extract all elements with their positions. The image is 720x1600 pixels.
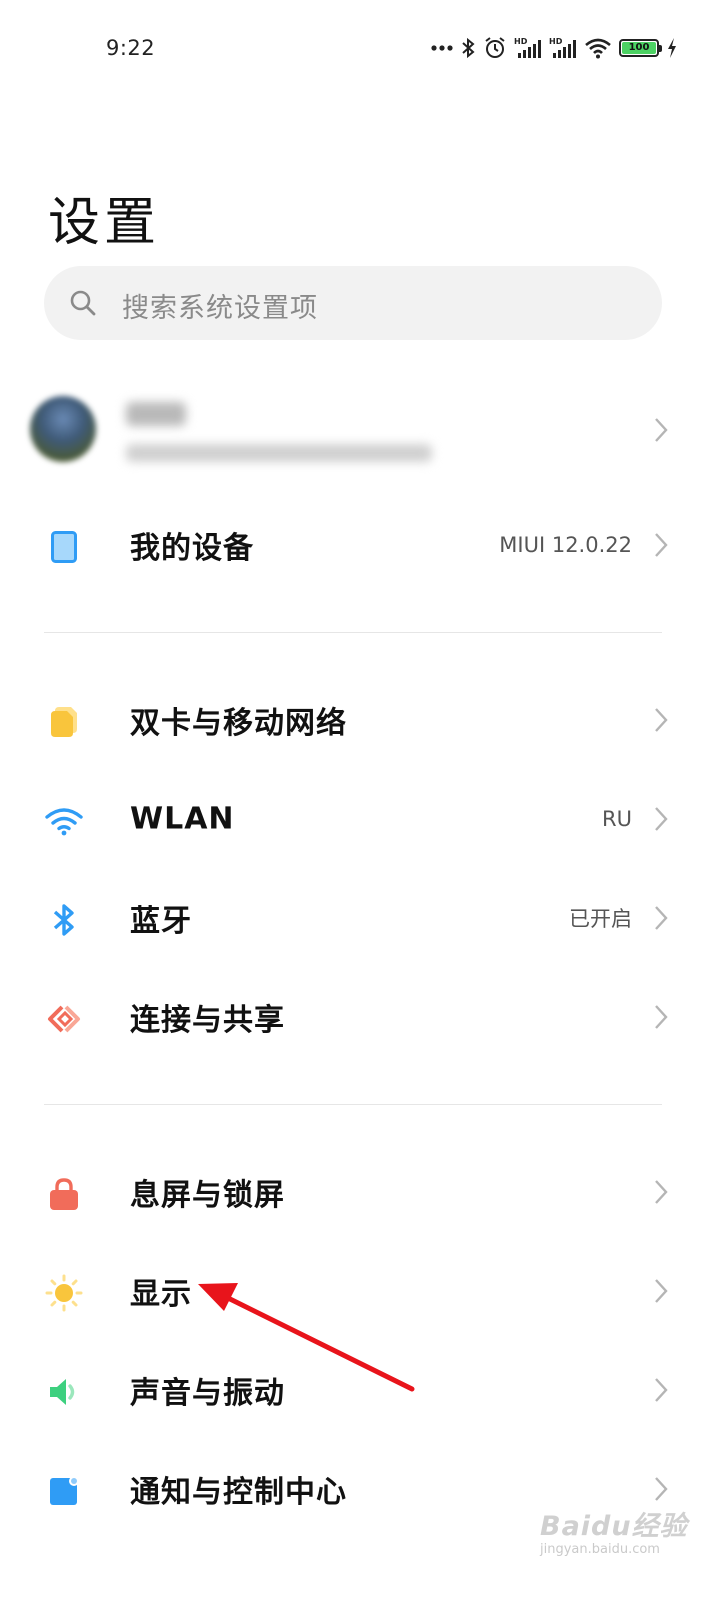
bluetooth-icon bbox=[42, 898, 86, 942]
avatar[interactable] bbox=[30, 396, 96, 462]
chevron-right-icon bbox=[655, 1378, 668, 1402]
wifi-icon bbox=[585, 38, 611, 59]
watermark: Baidu经验 jingyan.baidu.com bbox=[540, 1490, 687, 1560]
settings-item-dual-sim[interactable]: 双卡与移动网络 bbox=[0, 680, 720, 760]
sim-card-icon bbox=[42, 700, 86, 744]
settings-item-wlan[interactable]: WLAN RU bbox=[0, 779, 720, 859]
search-icon bbox=[70, 290, 96, 316]
watermark-sub: jingyan.baidu.com bbox=[540, 1542, 660, 1557]
settings-item-lock-screen[interactable]: 息屏与锁屏 bbox=[0, 1152, 720, 1232]
settings-item-label: 声音与振动 bbox=[130, 1376, 285, 1411]
search-input[interactable]: 搜索系统设置项 bbox=[122, 286, 318, 325]
account-details-blurred bbox=[126, 444, 432, 462]
wifi-icon bbox=[42, 799, 86, 843]
chevron-right-icon bbox=[655, 906, 668, 930]
settings-item-value: RU bbox=[602, 807, 632, 831]
status-bar: 9:22 HD HD 100 bbox=[0, 0, 720, 96]
settings-item-label: 双卡与移动网络 bbox=[130, 706, 347, 741]
watermark-text: Baidu经验 bbox=[540, 1511, 688, 1542]
hd-signal-icon: HD bbox=[514, 37, 541, 58]
brightness-icon bbox=[42, 1271, 86, 1315]
settings-item-label: 通知与控制中心 bbox=[130, 1475, 347, 1510]
account-name-blurred bbox=[126, 402, 186, 426]
section-divider bbox=[44, 1104, 662, 1105]
chevron-right-icon bbox=[655, 708, 668, 732]
hd-signal-icon: HD bbox=[549, 37, 576, 58]
share-connection-icon bbox=[42, 997, 86, 1041]
chevron-right-icon bbox=[655, 807, 668, 831]
settings-item-value: 已开启 bbox=[569, 907, 632, 931]
notification-icon bbox=[42, 1469, 86, 1513]
svg-text:HD: HD bbox=[514, 37, 528, 46]
more-dots-icon bbox=[431, 45, 453, 51]
charging-icon bbox=[668, 38, 676, 58]
tablet-icon bbox=[42, 525, 86, 569]
battery-level: 100 bbox=[622, 42, 656, 54]
settings-item-connection-sharing[interactable]: 连接与共享 bbox=[0, 977, 720, 1057]
settings-item-label: WLAN bbox=[130, 801, 235, 837]
settings-item-label: 我的设备 bbox=[130, 531, 254, 566]
settings-item-label: 显示 bbox=[130, 1277, 192, 1312]
chevron-right-icon bbox=[655, 1005, 668, 1029]
settings-item-sound-vibration[interactable]: 声音与振动 bbox=[0, 1350, 720, 1430]
chevron-right-icon bbox=[655, 418, 668, 442]
svg-text:HD: HD bbox=[549, 37, 563, 46]
chevron-right-icon bbox=[655, 533, 668, 557]
page-title: 设置 bbox=[48, 193, 161, 253]
bluetooth-icon bbox=[462, 37, 475, 59]
section-divider bbox=[44, 632, 662, 633]
speaker-icon bbox=[42, 1370, 86, 1414]
settings-item-value: MIUI 12.0.22 bbox=[499, 533, 632, 557]
settings-item-display[interactable]: 显示 bbox=[0, 1251, 720, 1331]
chevron-right-icon bbox=[655, 1180, 668, 1204]
status-time: 9:22 bbox=[106, 36, 156, 60]
battery-icon: 100 bbox=[619, 39, 662, 57]
settings-item-label: 息屏与锁屏 bbox=[130, 1178, 285, 1213]
status-icons: HD HD 100 bbox=[431, 34, 678, 62]
settings-item-label: 连接与共享 bbox=[130, 1003, 285, 1038]
lock-icon bbox=[42, 1172, 86, 1216]
settings-item-label: 蓝牙 bbox=[130, 904, 192, 939]
alarm-icon bbox=[485, 37, 505, 58]
settings-item-my-device[interactable]: 我的设备 MIUI 12.0.22 bbox=[0, 505, 720, 585]
settings-item-bluetooth[interactable]: 蓝牙 已开启 bbox=[0, 878, 720, 958]
chevron-right-icon bbox=[655, 1279, 668, 1303]
